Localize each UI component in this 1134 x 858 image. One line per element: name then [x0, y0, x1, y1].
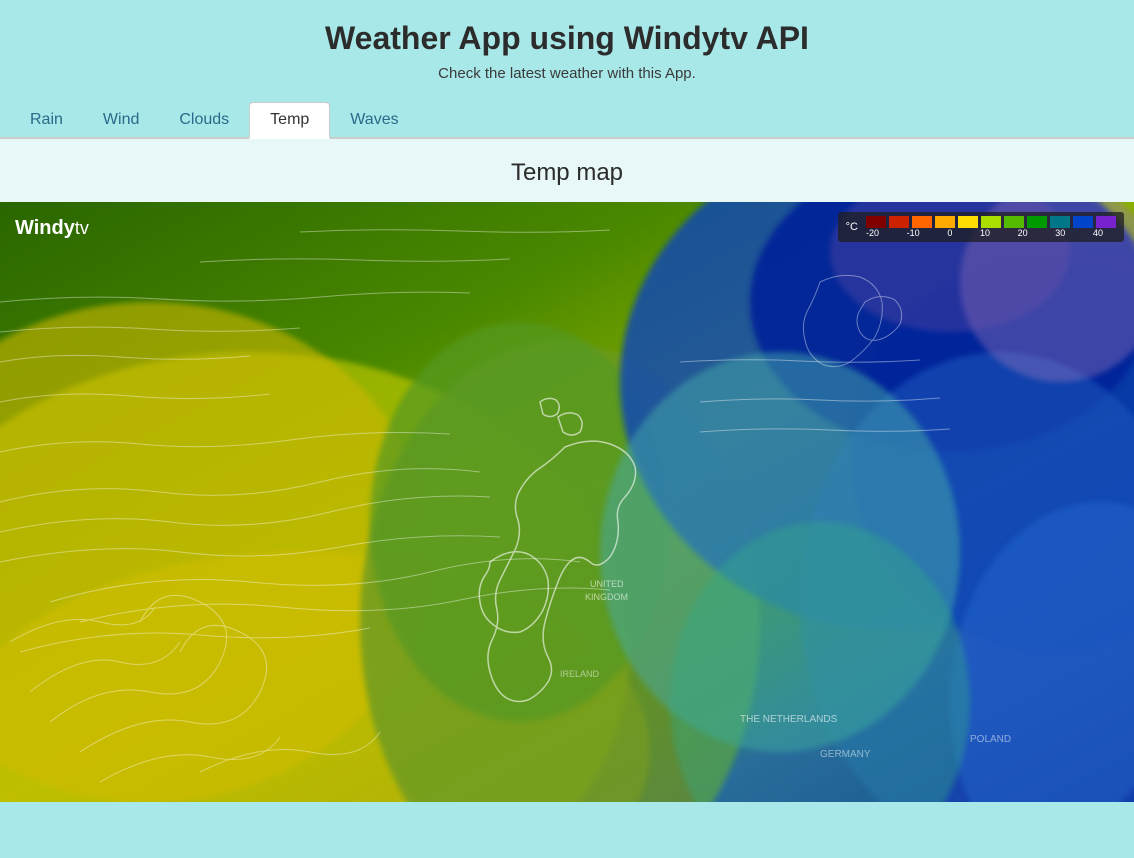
legend-tick-7: 40 — [1093, 228, 1103, 238]
svg-text:KINGDOM: KINGDOM — [585, 592, 628, 602]
windy-logo-thin: tv — [75, 218, 89, 238]
svg-text:POLAND: POLAND — [970, 734, 1011, 745]
legend-tick-1: -20 — [866, 228, 879, 238]
tab-temp[interactable]: Temp — [249, 102, 330, 139]
map-container[interactable]: THE NETHERLANDS GERMANY POLAND IRELAND U… — [0, 202, 1134, 802]
temp-legend: °C -20 -10 0 — [838, 212, 1124, 242]
svg-text:IRELAND: IRELAND — [560, 669, 600, 679]
legend-tick-5: 20 — [1018, 228, 1028, 238]
page-title: Weather App using Windytv API — [0, 20, 1134, 57]
legend-tick-2: -10 — [907, 228, 920, 238]
temp-unit: °C — [846, 221, 858, 233]
page-header: Weather App using Windytv API Check the … — [0, 0, 1134, 92]
map-title: Temp map — [0, 159, 1134, 187]
tab-rain[interactable]: Rain — [10, 103, 83, 139]
tab-clouds[interactable]: Clouds — [159, 103, 249, 139]
legend-tick-6: 30 — [1055, 228, 1065, 238]
legend-tick-3: 0 — [947, 228, 952, 238]
content-area: Temp map — [0, 139, 1134, 802]
svg-text:GERMANY: GERMANY — [820, 749, 871, 760]
navigation-bar: Rain Wind Clouds Temp Waves — [0, 102, 1134, 139]
svg-text:UNITED: UNITED — [590, 579, 624, 589]
temp-map-svg: THE NETHERLANDS GERMANY POLAND IRELAND U… — [0, 202, 1134, 802]
tab-waves[interactable]: Waves — [330, 103, 418, 139]
legend-tick-4: 10 — [980, 228, 990, 238]
tab-wind[interactable]: Wind — [83, 103, 159, 139]
windy-logo: Windytv — [15, 217, 89, 240]
svg-text:THE NETHERLANDS: THE NETHERLANDS — [740, 714, 838, 725]
page-subtitle: Check the latest weather with this App. — [0, 65, 1134, 82]
windy-logo-bold: Windy — [15, 217, 75, 239]
